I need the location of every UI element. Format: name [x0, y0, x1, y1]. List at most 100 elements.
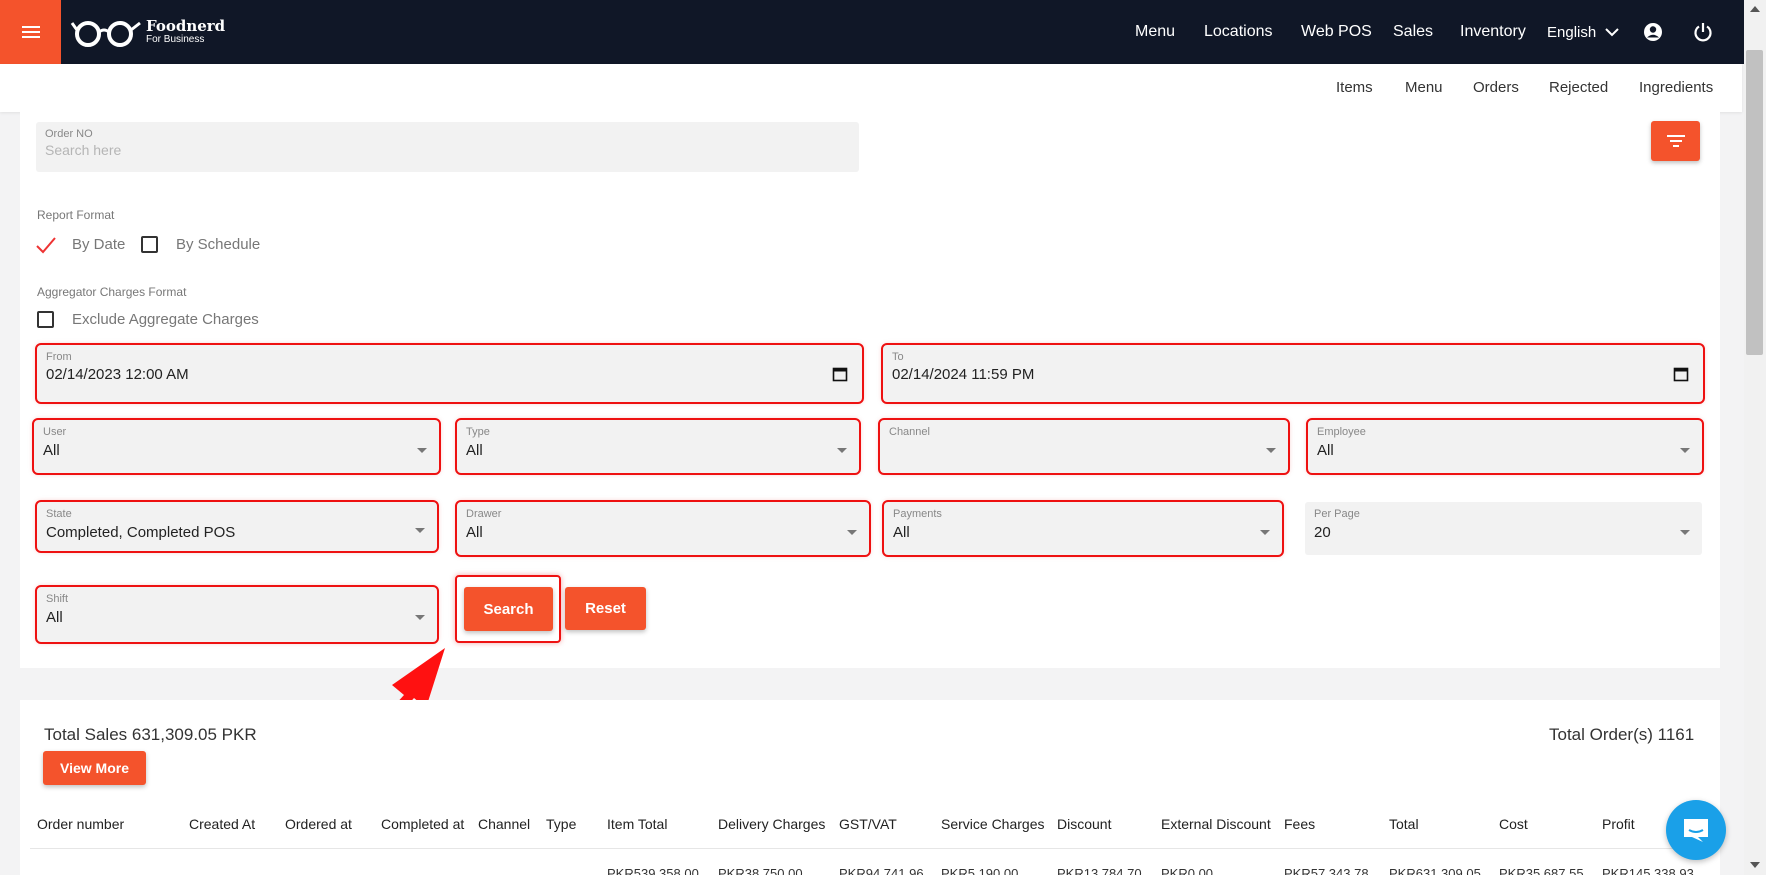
scroll-up-icon[interactable]: [1750, 6, 1760, 12]
col-completed-at[interactable]: Completed at: [381, 816, 464, 832]
payments-select[interactable]: Payments All: [882, 500, 1284, 557]
cell-gst-vat: PKR94,741.96: [839, 866, 924, 875]
shift-select[interactable]: Shift All: [35, 585, 439, 644]
cell-service-charges: PKR5,190.00: [941, 866, 1019, 875]
user-label: User: [43, 426, 67, 438]
subnav-rejected[interactable]: Rejected: [1549, 79, 1608, 96]
dropdown-arrow-icon: [837, 448, 847, 453]
power-icon[interactable]: [1691, 20, 1715, 44]
chevron-down-icon[interactable]: [1602, 22, 1622, 42]
nav-sales[interactable]: Sales: [1393, 23, 1433, 41]
channel-select[interactable]: Channel: [878, 418, 1290, 475]
employee-select[interactable]: Employee All: [1306, 418, 1704, 475]
brand-subtitle: For Business: [146, 34, 205, 45]
reset-button[interactable]: Reset: [565, 587, 646, 630]
subnav-orders[interactable]: Orders: [1473, 79, 1519, 96]
by-date-check-icon[interactable]: [35, 234, 57, 256]
col-gst-vat[interactable]: GST/VAT: [839, 816, 897, 832]
nav-menu[interactable]: Menu: [1135, 23, 1175, 41]
col-delivery-charges[interactable]: Delivery Charges: [718, 816, 825, 832]
by-date-option[interactable]: By Date: [72, 236, 125, 253]
payments-label: Payments: [893, 508, 942, 520]
state-select[interactable]: State Completed, Completed POS: [35, 500, 439, 553]
per-page-select[interactable]: Per Page 20: [1305, 502, 1702, 555]
user-value: All: [43, 442, 60, 459]
col-ordered-at[interactable]: Ordered at: [285, 816, 352, 832]
col-order-number[interactable]: Order number: [37, 816, 124, 832]
shift-label: Shift: [46, 593, 69, 605]
glasses-logo-icon: [70, 21, 141, 47]
payments-value: All: [893, 524, 910, 541]
col-fees[interactable]: Fees: [1284, 816, 1315, 832]
col-cost[interactable]: Cost: [1499, 816, 1528, 832]
cell-cost: PKR35,687.55: [1499, 866, 1584, 875]
by-schedule-checkbox[interactable]: [141, 236, 158, 253]
drawer-select[interactable]: Drawer All: [455, 500, 871, 557]
exclude-aggregate-option[interactable]: Exclude Aggregate Charges: [72, 311, 259, 328]
scroll-down-icon[interactable]: [1750, 862, 1760, 868]
dropdown-arrow-icon: [1266, 448, 1276, 453]
language-selector[interactable]: English: [1547, 24, 1596, 41]
sub-navbar: Items Menu Orders Rejected Ingredients: [0, 64, 1742, 112]
employee-value: All: [1317, 442, 1334, 459]
scrollbar-thumb[interactable]: [1746, 50, 1763, 355]
nav-web-pos[interactable]: Web POS: [1301, 23, 1372, 41]
nav-inventory[interactable]: Inventory: [1460, 23, 1526, 41]
menu-toggle-button[interactable]: [0, 0, 61, 64]
chat-widget-button[interactable]: [1666, 800, 1726, 860]
col-discount[interactable]: Discount: [1057, 816, 1111, 832]
from-input[interactable]: 02/14/2023 12:00 AM: [46, 366, 189, 383]
col-profit[interactable]: Profit: [1602, 816, 1635, 832]
account-icon[interactable]: [1641, 20, 1665, 44]
filter-icon: [1666, 135, 1685, 147]
state-label: State: [46, 508, 72, 520]
cell-discount: PKR13,784.70: [1057, 866, 1142, 875]
subnav-ingredients[interactable]: Ingredients: [1639, 79, 1713, 96]
dropdown-arrow-icon: [1680, 530, 1690, 535]
brand-logo[interactable]: Foodnerd For Business: [70, 14, 225, 50]
report-format-label: Report Format: [37, 208, 115, 222]
exclude-aggregate-checkbox[interactable]: [37, 311, 54, 328]
col-created-at[interactable]: Created At: [189, 816, 255, 832]
brand-title: Foodnerd: [146, 17, 226, 35]
per-page-value: 20: [1314, 524, 1331, 541]
col-external-discount[interactable]: External Discount: [1161, 816, 1271, 832]
col-item-total[interactable]: Item Total: [607, 816, 667, 832]
cell-fees: PKR57,343.78: [1284, 866, 1369, 875]
user-select[interactable]: User All: [32, 418, 441, 475]
view-more-button[interactable]: View More: [43, 751, 146, 785]
total-sales: Total Sales 631,309.05 PKR: [44, 725, 257, 744]
order-no-field[interactable]: Order NO Search here: [36, 122, 859, 172]
type-value: All: [466, 442, 483, 459]
by-schedule-option[interactable]: By Schedule: [176, 236, 260, 253]
calendar-icon[interactable]: [1673, 366, 1689, 382]
type-select[interactable]: Type All: [455, 418, 861, 475]
cell-profit: PKR145,338.93: [1602, 866, 1694, 875]
order-no-input[interactable]: Search here: [45, 142, 121, 158]
state-value: Completed, Completed POS: [46, 524, 236, 541]
col-type[interactable]: Type: [546, 816, 576, 832]
subnav-menu[interactable]: Menu: [1405, 79, 1443, 96]
dropdown-arrow-icon: [417, 448, 427, 453]
chat-bubble-icon: [1684, 819, 1708, 842]
nav-locations[interactable]: Locations: [1204, 23, 1273, 41]
to-date-field[interactable]: To 02/14/2024 11:59 PM: [881, 343, 1705, 404]
cell-external-discount: PKR0.00: [1161, 866, 1214, 875]
col-total[interactable]: Total: [1389, 816, 1419, 832]
calendar-icon[interactable]: [832, 366, 848, 382]
channel-label: Channel: [889, 426, 930, 438]
per-page-label: Per Page: [1314, 508, 1360, 520]
type-label: Type: [466, 426, 490, 438]
to-input[interactable]: 02/14/2024 11:59 PM: [892, 366, 1034, 383]
filter-toggle-button[interactable]: [1651, 121, 1700, 161]
search-button[interactable]: Search: [464, 587, 553, 631]
cell-total: PKR631,309.05: [1389, 866, 1481, 875]
dropdown-arrow-icon: [1680, 448, 1690, 453]
order-no-label: Order NO: [45, 128, 93, 140]
drawer-label: Drawer: [466, 508, 502, 520]
col-channel[interactable]: Channel: [478, 816, 530, 832]
col-service-charges[interactable]: Service Charges: [941, 816, 1045, 832]
dropdown-arrow-icon: [415, 615, 425, 620]
subnav-items[interactable]: Items: [1336, 79, 1373, 96]
from-date-field[interactable]: From 02/14/2023 12:00 AM: [35, 343, 864, 404]
